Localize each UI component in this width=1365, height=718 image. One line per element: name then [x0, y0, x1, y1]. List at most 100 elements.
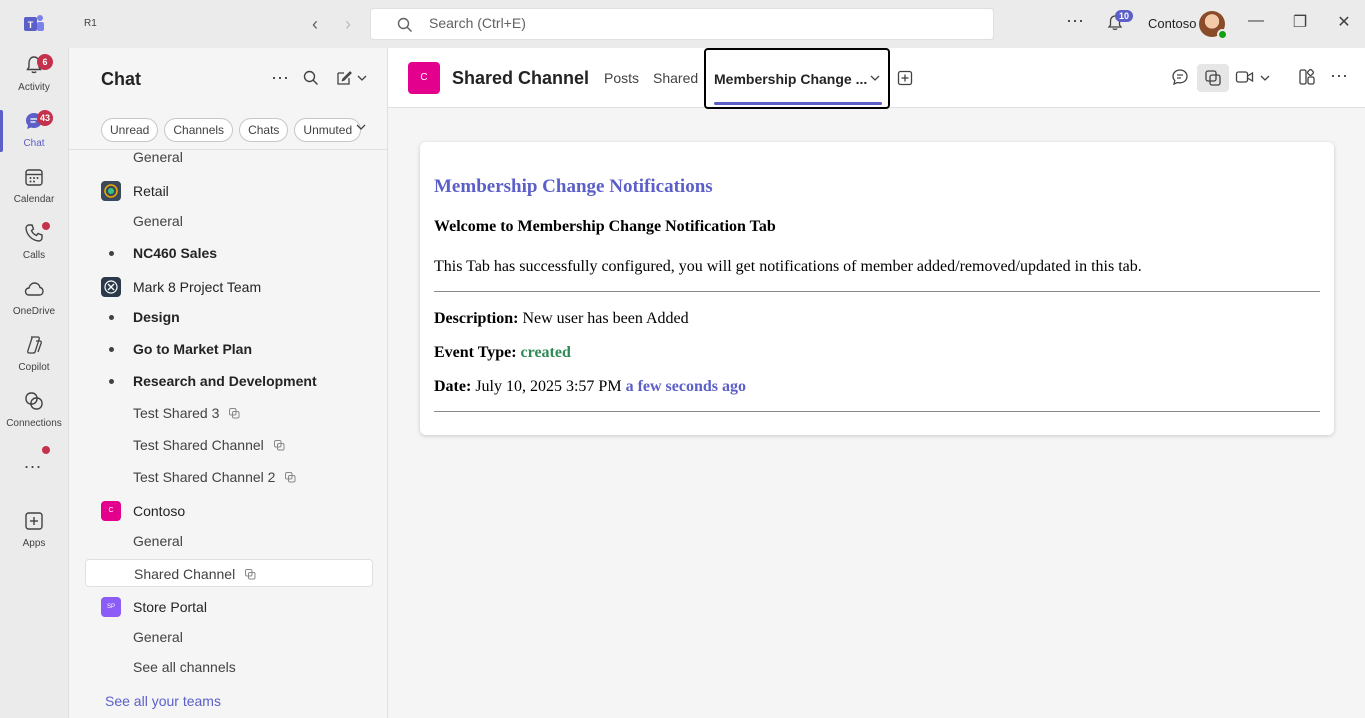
team-item-store-portal[interactable]: SP Store Portal — [85, 593, 373, 621]
more-options-icon[interactable]: ⋯ — [1330, 66, 1348, 87]
unread-bullet — [109, 315, 114, 320]
configured-message: This Tab has successfully configured, yo… — [434, 258, 1142, 275]
channel-label: Go to Market Plan — [133, 341, 253, 357]
rail-item-more[interactable]: ... — [0, 444, 68, 480]
event-type-label: Event Type: — [434, 344, 517, 361]
channel-item-shared[interactable]: Test Shared 3 — [85, 399, 373, 427]
channel-label: Test Shared 3 — [133, 405, 220, 421]
channel-label: Design — [133, 309, 180, 325]
rail-item-onedrive[interactable]: OneDrive — [0, 272, 68, 324]
unread-bullet — [109, 347, 114, 352]
rail-label: Connections — [6, 418, 62, 429]
channel-label: Test Shared Channel 2 — [133, 469, 276, 485]
shared-channel-icon — [1205, 70, 1221, 86]
team-label: Mark 8 Project Team — [133, 279, 262, 295]
video-call-icon[interactable] — [1235, 68, 1255, 86]
tab-membership-change[interactable]: Membership Change ... — [704, 48, 890, 109]
copilot-icon — [27, 336, 42, 354]
team-item-contoso[interactable]: C Contoso — [85, 497, 373, 525]
channel-item-unread[interactable]: Research and Development — [85, 367, 373, 395]
filter-chats[interactable]: Chats — [239, 118, 289, 142]
close-icon[interactable]: ✕ — [1333, 12, 1355, 32]
more-unread-dot — [42, 446, 50, 454]
add-app-icon — [25, 512, 43, 530]
teams-logo-icon[interactable]: T — [22, 12, 46, 36]
rail-item-calls[interactable]: Calls — [0, 216, 68, 268]
channel-label: Test Shared Channel — [133, 437, 264, 453]
rail-item-activity[interactable]: 6 Activity — [0, 48, 68, 100]
channel-label: Research and Development — [133, 373, 317, 389]
chevron-down-icon[interactable] — [355, 122, 367, 132]
search-box[interactable] — [370, 8, 994, 40]
active-tab-underline — [714, 102, 882, 105]
channel-item[interactable]: General — [85, 207, 373, 235]
channel-item[interactable]: General — [85, 623, 373, 651]
description-row: Description: New user has been Added — [434, 310, 689, 328]
shared-channel-info-button[interactable] — [1197, 64, 1229, 92]
search-icon[interactable] — [303, 70, 319, 86]
channel-item-unread[interactable]: Go to Market Plan — [85, 335, 373, 363]
chevron-down-icon[interactable] — [357, 74, 367, 82]
tab-posts[interactable]: Posts — [604, 70, 639, 86]
filter-unmuted[interactable]: Unmuted — [294, 118, 362, 142]
event-type-value: created — [520, 344, 571, 361]
add-tab-icon[interactable] — [897, 70, 913, 86]
rail-item-copilot[interactable]: Copilot — [0, 328, 68, 380]
rail-item-chat[interactable]: 43 Chat — [0, 104, 68, 156]
svg-text:T: T — [28, 20, 34, 30]
tab-shared[interactable]: Shared — [653, 70, 698, 86]
forward-arrow-icon[interactable]: › — [337, 13, 359, 35]
welcome-heading: Welcome to Membership Change Notificatio… — [434, 218, 776, 235]
shared-channel-icon — [229, 408, 240, 419]
conversation-icon[interactable] — [1171, 68, 1189, 86]
rail-item-connections[interactable]: Connections — [0, 384, 68, 436]
channel-item-unread[interactable]: Design — [85, 303, 373, 331]
apps-icon[interactable] — [1298, 68, 1316, 86]
activity-badge: 6 — [37, 54, 53, 70]
channel-label: NC460 Sales — [133, 245, 218, 261]
channel-item-shared-selected[interactable]: Shared Channel — [85, 559, 373, 587]
team-item-mark8[interactable]: Mark 8 Project Team — [85, 273, 373, 301]
channel-item-unread[interactable]: NC460 Sales — [85, 239, 373, 267]
shared-channel-icon — [273, 440, 285, 451]
rail-item-apps[interactable]: Apps — [0, 504, 68, 556]
notifications-badge: 10 — [1115, 10, 1134, 22]
chevron-down-icon[interactable] — [1259, 73, 1271, 83]
channel-label: General — [133, 213, 183, 229]
restore-icon[interactable]: ❐ — [1289, 12, 1311, 32]
channel-item[interactable]: General — [85, 527, 373, 555]
rail-label: Calls — [22, 250, 46, 261]
channel-avatar: C — [408, 62, 440, 94]
filter-channels[interactable]: Channels — [164, 118, 234, 142]
membership-notification-card: Membership Change Notifications Welcome … — [420, 142, 1334, 435]
rail-label: Copilot — [18, 362, 50, 373]
see-all-channels-link[interactable]: See all channels — [85, 653, 373, 681]
back-arrow-icon[interactable]: ‹ — [304, 13, 326, 35]
channel-label: General — [133, 533, 183, 549]
see-all-teams-link[interactable]: See all your teams — [105, 693, 221, 709]
description-label: Description: — [434, 310, 519, 327]
channel-label-wrap: Test Shared Channel 2 — [133, 469, 296, 485]
org-name[interactable]: Contoso — [1148, 16, 1196, 31]
search-input[interactable] — [429, 15, 929, 31]
channel-item[interactable]: General — [85, 143, 373, 171]
team-item-retail[interactable]: Retail — [85, 177, 373, 205]
presence-available-icon — [1217, 29, 1228, 40]
filter-unread[interactable]: Unread — [101, 118, 159, 142]
unread-bullet — [109, 251, 114, 256]
filter-chips: Unread Channels Chats Unmuted — [101, 118, 362, 142]
channel-item-shared[interactable]: Test Shared Channel — [85, 431, 373, 459]
minimize-icon[interactable]: — — [1245, 12, 1267, 30]
new-chat-icon[interactable] — [335, 69, 353, 87]
mark8-team-icon — [101, 277, 121, 297]
user-avatar[interactable] — [1199, 11, 1228, 40]
see-all-channels-label: See all channels — [133, 659, 236, 675]
contoso-team-avatar: C — [101, 501, 121, 521]
chevron-down-icon[interactable] — [869, 72, 881, 84]
rail-item-calendar[interactable]: Calendar — [0, 160, 68, 212]
date-row: Date: July 10, 2025 3:57 PM a few second… — [434, 378, 746, 396]
more-options-icon[interactable]: ⋯ — [271, 68, 289, 89]
more-options-icon[interactable]: ⋯ — [1066, 11, 1085, 32]
channel-item-shared[interactable]: Test Shared Channel 2 — [85, 463, 373, 491]
rail-label: Apps — [22, 538, 46, 549]
